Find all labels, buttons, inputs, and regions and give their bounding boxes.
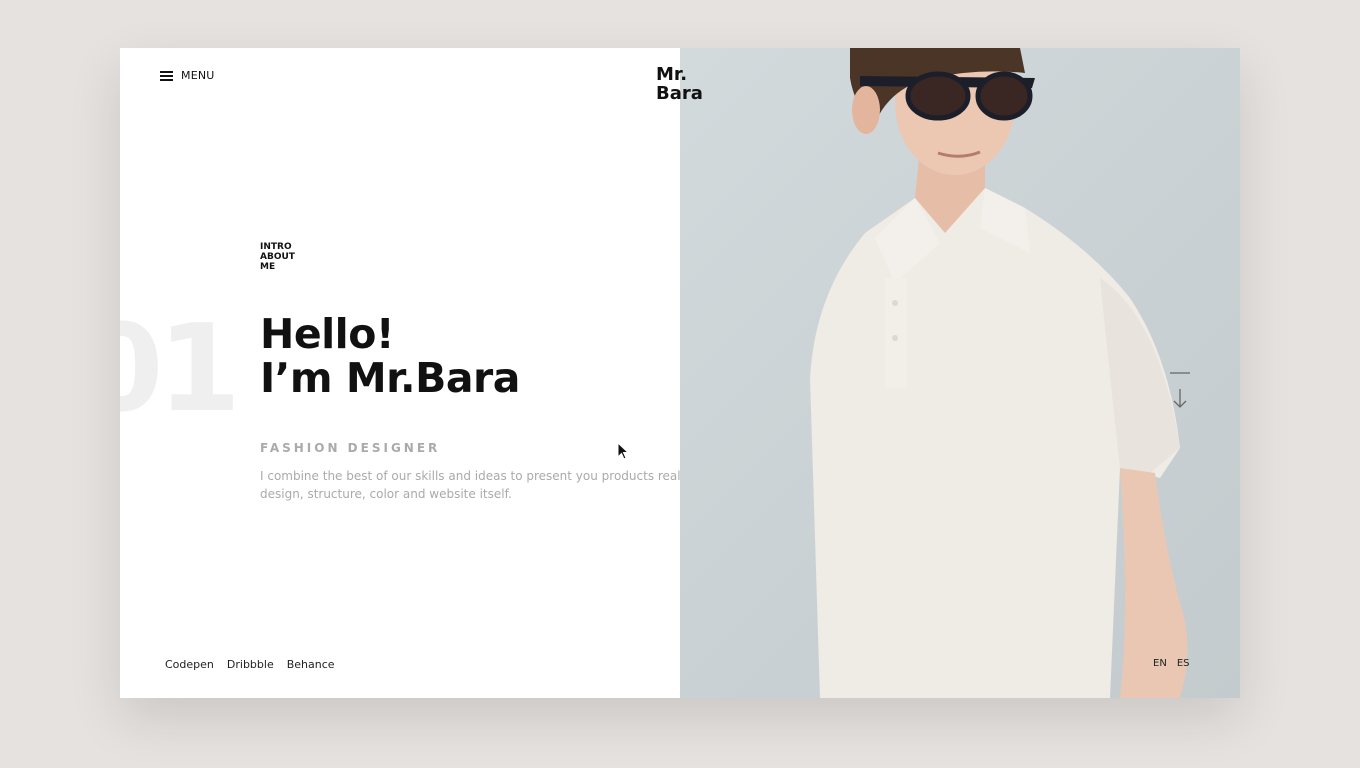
social-link-dribbble[interactable]: Dribbble — [227, 658, 274, 671]
hero-headline: Hello! I’m Mr.Bara — [260, 312, 520, 400]
section-number: 01 — [120, 300, 241, 439]
page-card: MENU Mr. Bara INTRO ABOUT ME 01 Hello! I… — [120, 48, 1240, 698]
site-logo[interactable]: Mr. Bara — [656, 65, 703, 103]
hero-description: I combine the best of our skills and ide… — [260, 467, 680, 503]
logo-line-1: Mr. — [656, 64, 688, 85]
headline-line-1: Hello! — [260, 310, 395, 358]
language-switch: EN ES — [1153, 658, 1189, 669]
section-label: INTRO ABOUT ME — [260, 242, 320, 272]
description-line-1: I combine the best of our skills and ide… — [260, 469, 680, 483]
section-label-line-3: ME — [260, 262, 276, 272]
social-links: Codepen Dribbble Behance — [165, 658, 335, 671]
role-subtitle: FASHION DESIGNER — [260, 441, 441, 455]
menu-label: MENU — [181, 69, 215, 82]
mouse-pointer-icon — [617, 442, 629, 460]
section-label-line-1: INTRO — [260, 242, 292, 252]
headline-line-2: I’m Mr.Bara — [260, 354, 520, 402]
logo-line-2: Bara — [656, 83, 703, 104]
hero-photo — [680, 48, 1240, 698]
social-link-behance[interactable]: Behance — [287, 658, 335, 671]
language-es[interactable]: ES — [1177, 658, 1190, 669]
social-link-codepen[interactable]: Codepen — [165, 658, 214, 671]
hamburger-icon[interactable] — [160, 70, 173, 81]
description-line-2: design, structure, color and website its… — [260, 487, 512, 501]
scroll-down-button[interactable] — [1170, 371, 1190, 411]
menu-button[interactable]: MENU — [160, 69, 215, 82]
section-label-line-2: ABOUT — [260, 252, 295, 262]
language-en[interactable]: EN — [1153, 658, 1167, 669]
arrow-down-icon[interactable] — [1170, 371, 1190, 411]
model-photo-illustration — [810, 48, 1188, 698]
